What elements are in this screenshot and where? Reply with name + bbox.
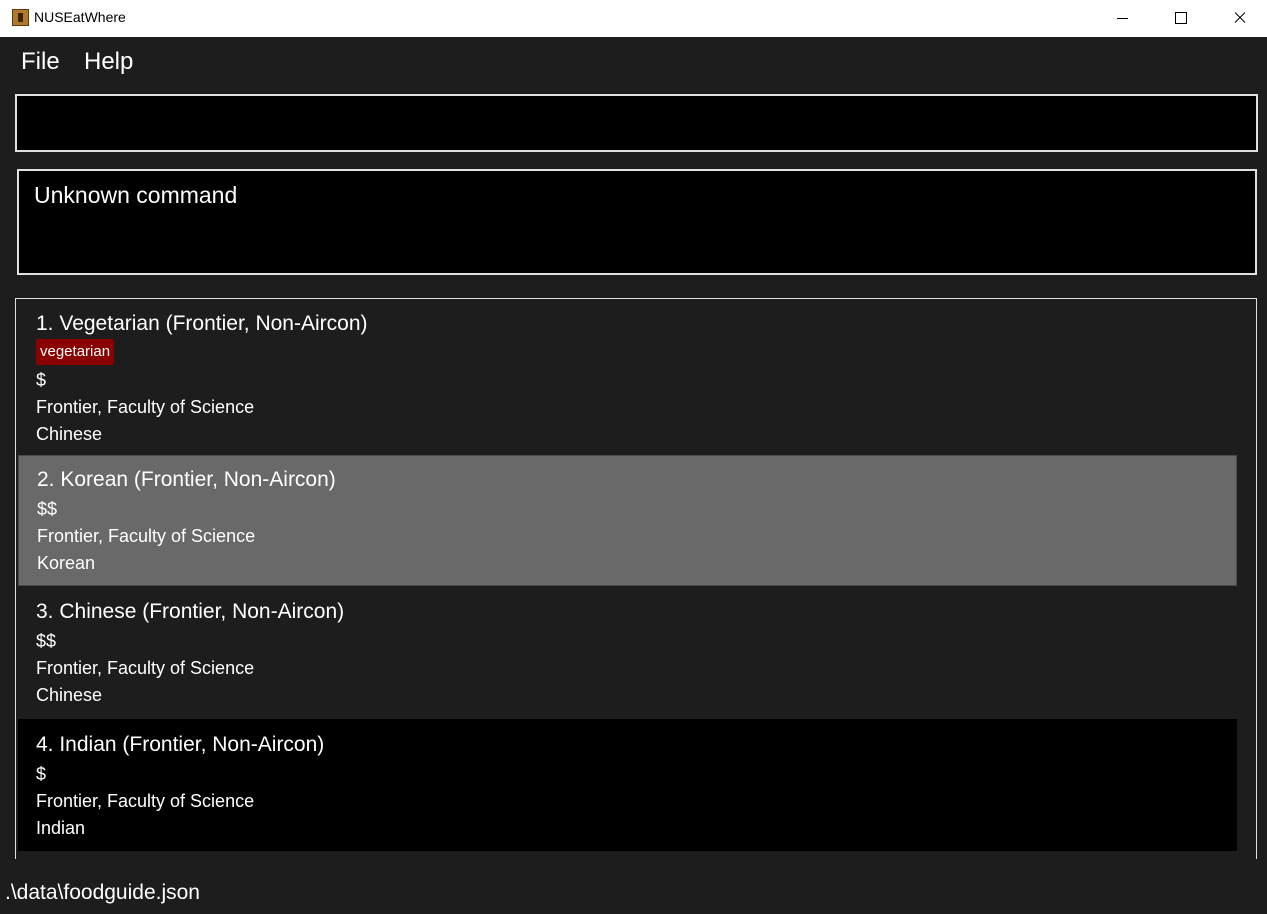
food-cuisine: Chinese xyxy=(36,685,103,705)
food-card[interactable]: 1. Vegetarian (Frontier, Non-Aircon) veg… xyxy=(18,301,1237,455)
tag-badge: vegetarian xyxy=(36,339,115,365)
food-title: 2. Korean (Frontier, Non-Aircon) xyxy=(37,468,336,491)
result-display: Unknown command xyxy=(17,169,1257,275)
title-bar: NUSEatWhere xyxy=(0,0,1267,37)
food-price: $$ xyxy=(36,631,57,651)
menu-file[interactable]: File xyxy=(21,48,60,76)
result-message: Unknown command xyxy=(34,182,238,208)
food-price: $ xyxy=(36,764,47,784)
food-cuisine: Chinese xyxy=(36,424,103,444)
menu-help[interactable]: Help xyxy=(84,48,133,76)
command-box xyxy=(15,94,1258,152)
food-price: $ xyxy=(36,370,47,390)
command-input[interactable] xyxy=(17,96,1256,150)
food-list[interactable]: 1. Vegetarian (Frontier, Non-Aircon) veg… xyxy=(15,298,1257,859)
food-location: Frontier, Faculty of Science xyxy=(36,658,255,678)
food-location: Frontier, Faculty of Science xyxy=(36,397,255,417)
status-bar: .\data\foodguide.json xyxy=(0,878,1267,914)
food-title: 4. Indian (Frontier, Non-Aircon) xyxy=(36,733,325,756)
food-location: Frontier, Faculty of Science xyxy=(36,791,255,811)
food-title: 1. Vegetarian (Frontier, Non-Aircon) xyxy=(36,312,368,335)
maximize-icon[interactable] xyxy=(1152,0,1210,37)
app-icon xyxy=(12,9,29,26)
close-icon[interactable] xyxy=(1210,0,1267,37)
window-title: NUSEatWhere xyxy=(34,9,126,25)
minimize-icon[interactable] xyxy=(1094,0,1152,37)
data-file-path: .\data\foodguide.json xyxy=(5,881,200,904)
food-price: $$ xyxy=(37,499,58,519)
scrollbar[interactable] xyxy=(1237,299,1256,859)
menu-bar: File Help xyxy=(0,37,1267,87)
food-title: 3. Chinese (Frontier, Non-Aircon) xyxy=(36,600,345,623)
food-location: Frontier, Faculty of Science xyxy=(37,526,256,546)
food-cuisine: Indian xyxy=(36,818,86,838)
food-cuisine: Korean xyxy=(37,553,96,573)
food-card[interactable]: 4. Indian (Frontier, Non-Aircon) $ Front… xyxy=(18,719,1237,851)
food-card-selected[interactable]: 2. Korean (Frontier, Non-Aircon) $$ Fron… xyxy=(18,455,1237,586)
food-card[interactable]: 3. Chinese (Frontier, Non-Aircon) $$ Fro… xyxy=(18,586,1237,719)
